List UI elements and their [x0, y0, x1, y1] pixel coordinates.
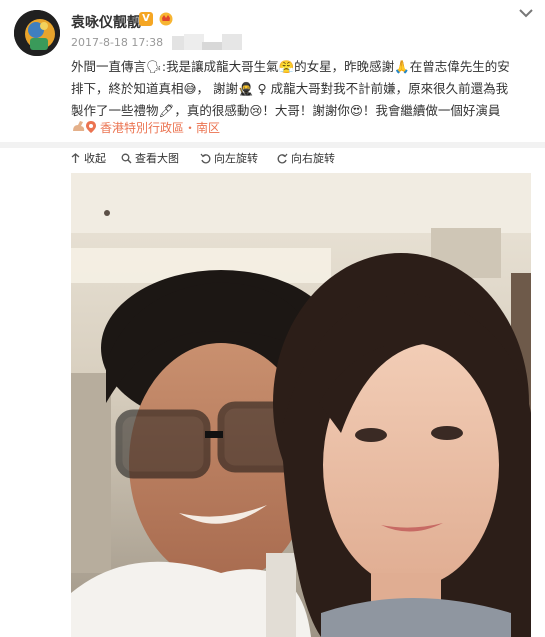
rotate-left-label: 向左旋转 — [214, 152, 258, 165]
location-link[interactable]: 香港特別行政區・南区 — [100, 119, 220, 136]
rotate-right-label: 向右旋转 — [291, 152, 335, 165]
verified-icon: V — [139, 12, 153, 26]
post-photo[interactable] — [71, 173, 531, 637]
redacted-source — [172, 34, 242, 50]
flexed-arm-icon — [73, 121, 85, 131]
rotate-right-icon — [277, 153, 288, 164]
post-text-line: 排下，終於知道真相😅， 謝謝🥷 ♀ 成龍大哥對我不計前嫌，原來很久前還為我 — [71, 81, 509, 96]
divider — [0, 142, 545, 148]
crown-icon — [159, 12, 173, 26]
collapse-icon — [71, 153, 80, 163]
post-text: 外間一直傳言🗣:我是讓成龍大哥生氣😤的女星，昨晚感謝🙏在曾志偉先生的安 排下，終… — [71, 56, 539, 122]
author-name[interactable]: 袁咏仪靓靓 — [71, 12, 141, 32]
rotate-right-button[interactable]: 向右旋转 — [277, 149, 335, 169]
collapse-button[interactable]: 收起 — [70, 149, 106, 169]
collapse-label: 收起 — [84, 152, 106, 165]
zoom-icon — [121, 153, 132, 164]
chevron-down-icon[interactable] — [517, 6, 535, 20]
avatar[interactable] — [14, 10, 60, 56]
post-timestamp[interactable]: 2017-8-18 17:38 — [71, 36, 163, 49]
selfie-photo — [71, 173, 531, 637]
rotate-left-icon — [200, 153, 211, 164]
rotate-left-button[interactable]: 向左旋转 — [200, 149, 258, 169]
weibo-post: 袁咏仪靓靓 V 2017-8-18 17:38 外間一直傳言🗣:我是讓成龍大哥生… — [0, 0, 545, 637]
view-large-button[interactable]: 查看大图 — [121, 149, 179, 169]
view-large-label: 查看大图 — [135, 152, 179, 165]
location-pin-icon — [86, 121, 96, 133]
post-text-line: 外間一直傳言🗣:我是讓成龍大哥生氣😤的女星，昨晚感謝🙏在曾志偉先生的安 — [71, 59, 510, 74]
